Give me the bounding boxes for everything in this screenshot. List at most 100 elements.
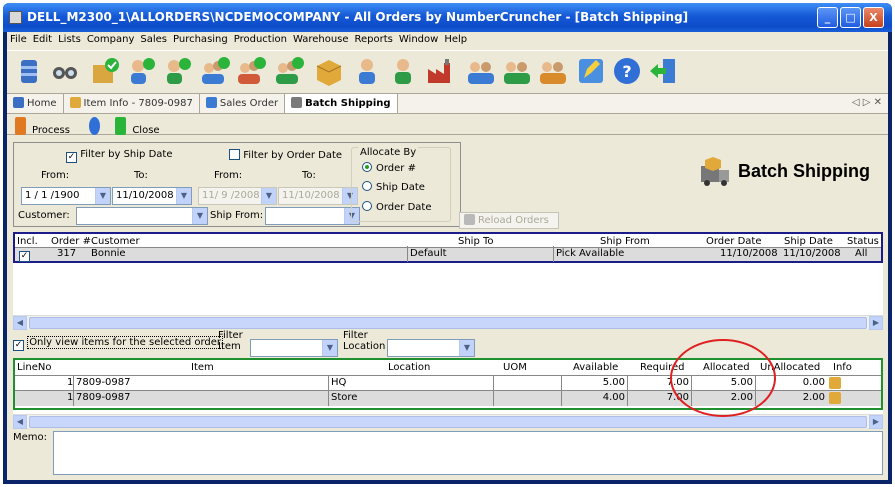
close-form-button[interactable]: Close	[109, 116, 167, 136]
people-check-icon[interactable]	[235, 55, 267, 87]
checkbox[interactable]: ✓	[13, 340, 24, 351]
scroll-right-icon[interactable]: ▶	[869, 316, 883, 330]
col-available[interactable]: Available	[573, 362, 618, 373]
box-icon[interactable]	[313, 55, 345, 87]
binoculars-icon[interactable]	[49, 55, 81, 87]
exit-icon	[115, 117, 127, 135]
process-button[interactable]: Process	[9, 116, 78, 136]
incl-checkbox[interactable]: ✓	[19, 246, 30, 262]
scroll-thumb[interactable]	[29, 317, 867, 329]
alloc-ship-date-radio[interactable]: Ship Date	[362, 181, 425, 193]
col-item[interactable]: Item	[191, 362, 214, 373]
main-toolbar: ?	[7, 50, 888, 92]
menu-lists[interactable]: Lists	[55, 32, 84, 47]
radio[interactable]	[362, 162, 372, 172]
allocate-by-group: Allocate By Order # Ship Date Order Date	[351, 147, 451, 222]
checkbox[interactable]: ✓	[66, 152, 77, 163]
chevron-down-icon[interactable]: ▼	[459, 340, 474, 356]
menu-file[interactable]: File	[7, 32, 30, 47]
menu-production[interactable]: Production	[231, 32, 290, 47]
person-icon[interactable]	[387, 55, 419, 87]
process-icon	[15, 117, 26, 135]
col-lineno[interactable]: LineNo	[17, 362, 51, 373]
radio[interactable]	[362, 201, 372, 211]
alloc-order-radio[interactable]: Order #	[362, 162, 416, 174]
filter-location-dropdown[interactable]: ▼	[387, 339, 475, 357]
menu-company[interactable]: Company	[84, 32, 138, 47]
chevron-down-icon[interactable]: ▼	[322, 340, 337, 356]
maximize-button[interactable]: □	[840, 7, 861, 28]
ship-from-dropdown[interactable]: ▼	[265, 207, 360, 225]
factory-icon[interactable]	[425, 55, 457, 87]
customer-dropdown[interactable]: ▼	[76, 207, 208, 225]
people-check-icon[interactable]	[273, 55, 305, 87]
ship-date-from-picker[interactable]: 1 / 1 /1900 ▼	[21, 187, 111, 205]
help-button[interactable]	[83, 116, 104, 135]
edit-icon[interactable]	[575, 55, 607, 87]
only-selected-checkbox[interactable]: ✓ Only view items for the selected order	[13, 336, 224, 351]
tab-home[interactable]: Home	[7, 94, 64, 113]
ship-date-to-picker[interactable]: 11/10/2008 ▼	[112, 187, 192, 205]
scroll-right-icon[interactable]: ▶	[869, 415, 883, 429]
close-button[interactable]: X	[863, 7, 884, 28]
col-ship-to[interactable]: Ship To	[458, 236, 494, 247]
checkbox[interactable]	[229, 149, 240, 160]
orders-scrollbar[interactable]: ◀ ▶	[13, 315, 883, 330]
menu-help[interactable]: Help	[441, 32, 470, 47]
col-info[interactable]: Info	[833, 362, 852, 373]
scroll-left-icon[interactable]: ◀	[13, 415, 27, 429]
menu-warehouse[interactable]: Warehouse	[290, 32, 352, 47]
help-icon[interactable]: ?	[611, 55, 643, 87]
client-area: File Edit Lists Company Sales Purchasing Produ…	[7, 32, 888, 480]
filter-order-date-checkbox[interactable]: Filter by Order Date	[229, 149, 342, 161]
tab-navigation[interactable]: ◁ ▷ ✕	[852, 97, 882, 108]
ship-to-cell: Default	[407, 246, 447, 262]
menu-purchasing[interactable]: Purchasing	[170, 32, 231, 47]
window-title: DELL_M2300_1\ALLORDERS\NCDEMOCOMPANY - A…	[27, 10, 689, 24]
table-row[interactable]: ✓ 317 Bonnie Default Pick Available 11/1…	[15, 246, 881, 262]
person-check-icon[interactable]	[125, 55, 157, 87]
tab-item-info[interactable]: Item Info - 7809-0987	[64, 94, 200, 113]
person-icon[interactable]	[351, 55, 383, 87]
exit-icon[interactable]	[647, 55, 679, 87]
minimize-button[interactable]: _	[817, 7, 838, 28]
memo-field[interactable]	[53, 431, 883, 475]
radio[interactable]	[362, 181, 372, 191]
people-icon[interactable]	[465, 55, 497, 87]
radio-label: Order #	[376, 163, 416, 174]
box-check-icon[interactable]	[89, 55, 121, 87]
menu-window[interactable]: Window	[396, 32, 441, 47]
app-icon[interactable]	[9, 11, 22, 24]
people-icon[interactable]	[501, 55, 533, 87]
col-unallocated-label: Allocated	[773, 362, 821, 373]
col-uom[interactable]: UOM	[503, 362, 527, 373]
person-check-icon[interactable]	[161, 55, 193, 87]
truck-icon	[291, 97, 303, 108]
chevron-down-icon[interactable]: ▼	[176, 188, 191, 204]
alloc-order-date-radio[interactable]: Order Date	[362, 201, 432, 213]
filter-item-label: Filter Item	[218, 330, 243, 352]
tab-sales-order[interactable]: Sales Order	[200, 94, 286, 113]
location-cell: Store	[328, 390, 357, 406]
col-location[interactable]: Location	[388, 362, 430, 373]
scroll-left-icon[interactable]: ◀	[13, 316, 27, 330]
info-icon[interactable]	[829, 377, 841, 389]
menu-sales[interactable]: Sales	[137, 32, 170, 47]
filter-ship-date-checkbox[interactable]: ✓ Filter by Ship Date	[66, 149, 172, 163]
tab-batch-shipping[interactable]: Batch Shipping	[285, 94, 398, 113]
database-icon[interactable]	[13, 55, 45, 87]
info-icon[interactable]	[829, 392, 841, 404]
checkbox[interactable]: ✓	[19, 251, 30, 262]
main-window: DELL_M2300_1\ALLORDERS\NCDEMOCOMPANY - A…	[3, 3, 892, 484]
available-cell: 5.00	[561, 375, 627, 391]
chevron-down-icon[interactable]: ▼	[95, 188, 110, 204]
ship-date-cell: 11/10/2008	[783, 248, 841, 259]
svg-text:?: ?	[622, 62, 631, 81]
orders-grid: Incl. Order # Customer Ship To Ship From…	[13, 232, 883, 326]
people-icon[interactable]	[537, 55, 569, 87]
menu-reports[interactable]: Reports	[352, 32, 396, 47]
filter-item-dropdown[interactable]: ▼	[250, 339, 338, 357]
menu-edit[interactable]: Edit	[30, 32, 55, 47]
people-check-icon[interactable]	[199, 55, 231, 87]
chevron-down-icon[interactable]: ▼	[192, 208, 207, 224]
